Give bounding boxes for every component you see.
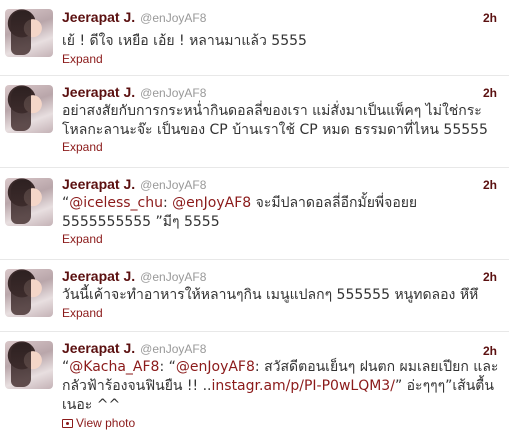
- tweet-timestamp[interactable]: 2h: [483, 178, 497, 192]
- tweet-fullname[interactable]: Jeerapat J.: [62, 176, 135, 192]
- mention-link[interactable]: @enJoyAF8: [172, 195, 251, 211]
- tweet-text: “@Kacha_AF8: “@enJoyAF8: สวัสดีตอนเย็นๆ …: [62, 358, 502, 415]
- tweet-header: Jeerapat J. @enJoyAF8: [62, 340, 206, 358]
- tweet-text: วันนี้เค้าจะทำอาหารให้หลานๆกิน เมนูแปลกๆ…: [62, 287, 479, 303]
- tweet-header: Jeerapat J. @enJoyAF8: [62, 84, 206, 102]
- tweet-username[interactable]: @enJoyAF8: [140, 86, 206, 100]
- expand-link[interactable]: Expand: [62, 306, 103, 320]
- tweet-header: Jeerapat J. @enJoyAF8: [62, 9, 206, 27]
- photo-icon: [62, 418, 73, 428]
- tweet-fullname[interactable]: Jeerapat J.: [62, 268, 135, 284]
- mention-link[interactable]: @iceless_chu: [69, 195, 163, 211]
- avatar[interactable]: [5, 85, 53, 133]
- tweet-username[interactable]: @enJoyAF8: [140, 270, 206, 284]
- tweet-fullname[interactable]: Jeerapat J.: [62, 9, 135, 25]
- instagram-link[interactable]: instagr.am/p/PI-P0wLQM3/: [212, 378, 395, 394]
- mention-link[interactable]: @enJoyAF8: [176, 359, 255, 375]
- tweet-timestamp[interactable]: 2h: [483, 86, 497, 100]
- expand-link[interactable]: Expand: [62, 52, 103, 66]
- avatar[interactable]: [5, 178, 53, 226]
- tweet-timestamp[interactable]: 2h: [483, 344, 497, 358]
- tweet-header: Jeerapat J. @enJoyAF8: [62, 268, 206, 286]
- tweet-timestamp[interactable]: 2h: [483, 11, 497, 25]
- tweet-text: อย่าสงสัยกับการกระหน่ำกินดอลลี่ของเรา แม…: [62, 103, 488, 138]
- view-photo-link[interactable]: View photo: [62, 416, 135, 430]
- expand-link[interactable]: Expand: [62, 140, 103, 154]
- view-photo-label[interactable]: View photo: [76, 416, 135, 430]
- tweet-header: Jeerapat J. @enJoyAF8: [62, 176, 206, 194]
- tweet-fullname[interactable]: Jeerapat J.: [62, 84, 135, 100]
- tweet-item[interactable]: Jeerapat J. @enJoyAF8 2h วันนี้เค้าจะทำอา…: [0, 260, 509, 332]
- tweet-item[interactable]: Jeerapat J. @enJoyAF8 2h เย้ ! ดีใจ เหยือ…: [0, 0, 509, 76]
- tweet-username[interactable]: @enJoyAF8: [140, 342, 206, 356]
- tweet-timestamp[interactable]: 2h: [483, 270, 497, 284]
- avatar[interactable]: [5, 9, 53, 57]
- tweet-item[interactable]: Jeerapat J. @enJoyAF8 2h “@iceless_chu: @…: [0, 168, 509, 260]
- tweet-fullname[interactable]: Jeerapat J.: [62, 340, 135, 356]
- tweet-text: เย้ ! ดีใจ เหยือ เอ้ย ! หลานมาแล้ว 5555: [62, 33, 307, 49]
- tweet-username[interactable]: @enJoyAF8: [140, 11, 206, 25]
- avatar[interactable]: [5, 269, 53, 317]
- tweet-text: “@iceless_chu: @enJoyAF8 จะมีปลาดอลลี่อี…: [62, 194, 502, 232]
- tweet-timeline: Jeerapat J. @enJoyAF8 2h เย้ ! ดีใจ เหยือ…: [0, 0, 509, 443]
- tweet-item[interactable]: Jeerapat J. @enJoyAF8 2h “@Kacha_AF8: “@e…: [0, 332, 509, 443]
- expand-link[interactable]: Expand: [62, 232, 103, 246]
- tweet-text-segment: :: [163, 195, 173, 211]
- mention-link[interactable]: @Kacha_AF8: [69, 359, 159, 375]
- tweet-username[interactable]: @enJoyAF8: [140, 178, 206, 192]
- tweet-item[interactable]: Jeerapat J. @enJoyAF8 2h อย่าสงสัยกับการก…: [0, 76, 509, 168]
- avatar[interactable]: [5, 341, 53, 389]
- tweet-text-segment: : “: [159, 359, 176, 375]
